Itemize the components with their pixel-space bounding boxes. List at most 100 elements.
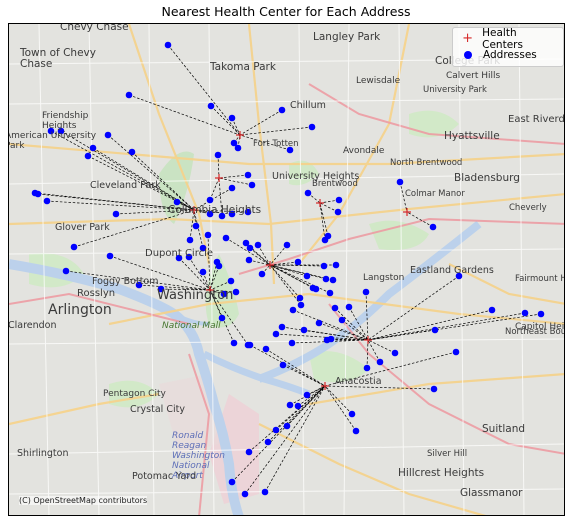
place-label: Chevy Chase [60, 23, 129, 33]
address-marker [262, 345, 270, 353]
address-marker [322, 275, 330, 283]
legend-label-addresses: Addresses [483, 49, 537, 61]
address-marker [241, 490, 249, 498]
address-marker [128, 148, 136, 156]
address-marker [297, 301, 305, 309]
place-label: Calvert Hills [446, 71, 501, 81]
address-marker [258, 270, 266, 278]
address-marker [283, 422, 291, 430]
place-label: Crystal City [130, 403, 185, 415]
address-marker [272, 330, 280, 338]
address-marker [303, 272, 311, 280]
map-title: Nearest Health Center for Each Address [161, 4, 411, 19]
place-label: Town of Chevy Chase [20, 46, 96, 70]
address-marker [345, 303, 353, 311]
address-marker [362, 288, 370, 296]
address-marker [112, 210, 120, 218]
address-marker [245, 256, 253, 264]
dot-marker-icon [459, 51, 477, 59]
map-area[interactable]: Chevy Chase Town of Chevy Chase Takoma Park… [8, 23, 565, 516]
address-marker [300, 326, 308, 334]
place-label: University Park [423, 84, 487, 95]
address-marker [331, 304, 339, 312]
legend: + Health Centers Addresses [452, 27, 564, 67]
legend-label-health-centers: Health Centers [482, 27, 523, 51]
plus-marker-icon: + [462, 31, 474, 46]
address-marker [303, 391, 311, 399]
address-marker [321, 236, 329, 244]
place-label: Takoma Park [210, 60, 276, 73]
address-marker [245, 448, 253, 456]
address-marker [246, 341, 254, 349]
address-marker [199, 268, 207, 276]
address-marker [278, 106, 286, 114]
address-marker [312, 285, 320, 293]
place-label: Avondale [343, 146, 385, 156]
place-label: Shirlington [17, 447, 69, 459]
address-marker [329, 276, 337, 284]
place-label: North Brentwood [390, 157, 463, 168]
address-marker [213, 258, 221, 266]
address-marker [452, 348, 460, 356]
address-marker [34, 190, 42, 198]
address-marker [228, 114, 236, 122]
address-marker [296, 294, 304, 302]
address-marker [279, 361, 287, 369]
address-marker [338, 316, 346, 324]
address-marker [254, 241, 262, 249]
address-marker [431, 326, 439, 334]
place-label: Washington [157, 288, 234, 303]
address-marker [207, 102, 215, 110]
address-marker [286, 401, 294, 409]
place-label: Clarendon [8, 319, 57, 331]
address-marker [204, 231, 212, 239]
address-marker [264, 438, 272, 446]
place-label: Arlington [48, 302, 112, 318]
place-label: Bladensburg [454, 171, 520, 184]
address-marker [294, 402, 302, 410]
address-marker [164, 41, 172, 49]
address-marker [488, 306, 496, 314]
place-label: Cleveland Park [90, 179, 161, 191]
address-marker [104, 131, 112, 139]
place-label: Lewisdale [356, 76, 401, 86]
address-marker [335, 196, 343, 204]
address-marker [429, 223, 437, 231]
place-label: Silver Hill [427, 448, 468, 459]
address-marker [106, 252, 114, 260]
address-marker [326, 289, 334, 297]
place-label: Langston [363, 273, 405, 283]
address-marker [214, 151, 222, 159]
address-marker [315, 319, 323, 327]
address-marker [62, 267, 70, 275]
place-label: Foggy Bottom [92, 275, 159, 287]
place-label: Hillcrest Heights [398, 466, 485, 479]
address-marker [227, 277, 235, 285]
place-label: Chillum [290, 99, 326, 111]
place-label: Pentagon City [103, 389, 166, 399]
address-marker [396, 178, 404, 186]
address-marker [334, 208, 342, 216]
address-marker [125, 91, 133, 99]
address-marker [234, 144, 242, 152]
address-marker [222, 234, 230, 242]
place-label: Glover Park [55, 221, 110, 233]
address-marker [327, 335, 335, 343]
place-label: American UniversityPark [8, 131, 97, 151]
address-marker [70, 243, 78, 251]
place-label: Brentwood [312, 178, 358, 189]
address-marker [228, 184, 236, 192]
address-marker [283, 241, 291, 249]
address-marker [43, 197, 51, 205]
address-marker [332, 261, 340, 269]
address-marker [289, 306, 297, 314]
address-marker [352, 427, 360, 435]
place-label: Cheverly [509, 202, 547, 213]
place-label: Glassmanor [460, 486, 523, 499]
address-marker [228, 478, 236, 486]
address-marker [278, 323, 286, 331]
place-label: Langley Park [313, 30, 381, 43]
place-label: Hyattsville [444, 129, 500, 142]
address-marker [537, 310, 545, 318]
place-label: Dupont Circle [145, 248, 214, 259]
